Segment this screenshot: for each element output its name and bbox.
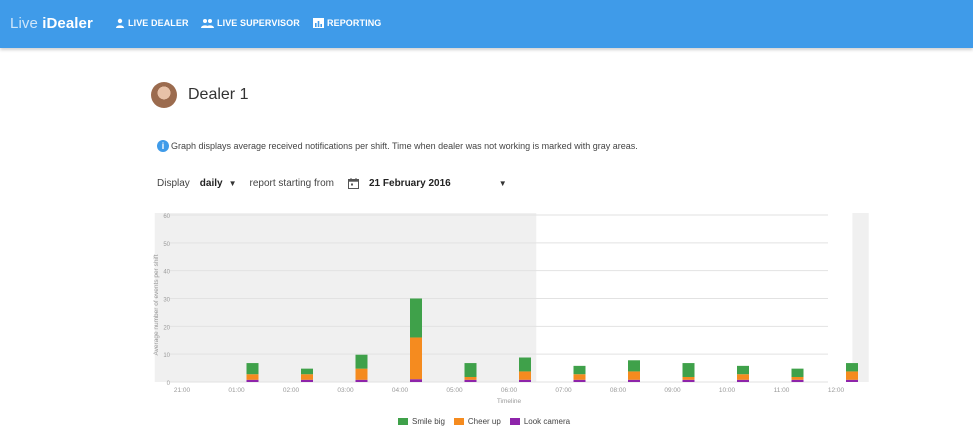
chart-bar-segment bbox=[791, 376, 804, 380]
chart-bar-segment bbox=[301, 368, 313, 375]
dealer-header: Dealer 1 bbox=[151, 82, 248, 108]
chart-yaxis-title: Average number of events per shift bbox=[153, 254, 160, 355]
chart-bar-segment bbox=[355, 368, 368, 380]
chart-xtick-label: 01:00 bbox=[228, 387, 245, 394]
chart-bar-segment bbox=[301, 379, 313, 382]
legend-label: Cheer up bbox=[467, 417, 501, 426]
nav-label: REPORTING bbox=[327, 18, 382, 28]
legend-swatch bbox=[453, 418, 464, 425]
chart-xtick-label: 06:00 bbox=[501, 387, 518, 394]
chart-bar-segment bbox=[301, 374, 313, 380]
legend-swatch bbox=[509, 418, 520, 425]
chart-ytick-label: 30 bbox=[163, 298, 170, 304]
calendar-icon bbox=[348, 178, 359, 189]
display-label: Display bbox=[157, 178, 190, 189]
report-controls: Display daily ▼ report starting from 21 … bbox=[157, 178, 507, 189]
info-message: i Graph displays average received notifi… bbox=[157, 140, 638, 152]
brand-logo[interactable]: Live iDealer bbox=[10, 15, 93, 32]
chart-bar-segment bbox=[682, 379, 695, 382]
events-chart: 010203040506021:00 01:00 02:00 03:00 04:00 05… bbox=[153, 213, 869, 405]
caret-down-icon: ▼ bbox=[498, 179, 507, 188]
chart-bar-segment bbox=[573, 365, 586, 375]
legend-item-smile-big[interactable]: Smile big bbox=[398, 417, 445, 426]
chart-xtick-label: 10:00 bbox=[719, 387, 736, 394]
chart-xtick-label: 03:00 bbox=[337, 387, 354, 394]
chart-bar-segment bbox=[628, 379, 640, 382]
chart-bar-segment bbox=[573, 379, 586, 382]
chart-bar-segment bbox=[519, 371, 531, 380]
person-icon bbox=[116, 18, 124, 28]
chart-bar-segment bbox=[410, 337, 422, 380]
chart-bar-segment bbox=[519, 357, 531, 372]
chart-bar-segment bbox=[628, 371, 640, 380]
chart-bar-segment bbox=[737, 365, 749, 375]
chart-bar-segment bbox=[846, 371, 858, 380]
chart-xtick-label: 09:00 bbox=[664, 387, 681, 394]
brand-name: iDealer bbox=[42, 15, 93, 32]
chart-ytick-label: 50 bbox=[163, 242, 170, 248]
chart-ytick-label: 40 bbox=[163, 270, 170, 276]
chart-xaxis-title: Timeline bbox=[497, 398, 522, 405]
chart-bar-segment bbox=[410, 379, 422, 382]
info-text: Graph displays average received notifica… bbox=[171, 141, 638, 151]
top-navigation-bar: Live iDealer LIVE DEALER LIVE SUPERVISOR… bbox=[0, 0, 973, 48]
caret-down-icon: ▼ bbox=[228, 179, 237, 188]
chart-bar-segment bbox=[410, 298, 422, 338]
chart-gray-area bbox=[154, 213, 537, 382]
chart-xtick-label: 08:00 bbox=[610, 387, 627, 394]
chart-ytick-label: 10 bbox=[163, 353, 170, 359]
brand-prefix: Live bbox=[10, 15, 43, 32]
chart-legend: Smile big Cheer up Look camera bbox=[398, 417, 579, 426]
chart-xtick-label: 11:00 bbox=[774, 387, 790, 394]
chart-bar-segment bbox=[846, 363, 858, 372]
chart-bar-segment bbox=[355, 379, 368, 382]
chart-xtick-label: 12:00 bbox=[828, 387, 845, 394]
nav-live-supervisor[interactable]: LIVE SUPERVISOR bbox=[201, 18, 300, 28]
avatar bbox=[151, 82, 177, 108]
chart-bar-segment bbox=[791, 368, 804, 377]
nav-reporting[interactable]: REPORTING bbox=[313, 18, 381, 28]
chart-bar-segment bbox=[791, 379, 804, 382]
page-title: Dealer 1 bbox=[188, 86, 249, 103]
chart-xtick-label: 21:00 bbox=[174, 387, 191, 394]
legend-label: Smile big bbox=[412, 417, 445, 426]
chart-bar-segment bbox=[682, 363, 695, 377]
nav-label: LIVE SUPERVISOR bbox=[217, 18, 300, 28]
chart-gray-area bbox=[852, 213, 869, 382]
chart-xtick-label: 07:00 bbox=[555, 387, 572, 394]
display-select[interactable]: daily ▼ bbox=[200, 178, 237, 189]
legend-item-cheer-up[interactable]: Cheer up bbox=[453, 417, 501, 426]
chart-bar-segment bbox=[573, 374, 586, 380]
chart-xtick-label: 02:00 bbox=[283, 387, 300, 394]
chart-bar-segment bbox=[464, 379, 477, 382]
chart-bar-segment bbox=[737, 379, 749, 382]
chart-bar-segment bbox=[682, 376, 695, 380]
legend-swatch bbox=[398, 418, 408, 425]
chart-ytick-label: 20 bbox=[163, 325, 170, 331]
display-select-value: daily bbox=[199, 178, 223, 189]
chart-ytick-label: 60 bbox=[163, 214, 170, 220]
chart-bar-segment bbox=[246, 363, 259, 375]
chart-bar-segment bbox=[628, 360, 640, 372]
chart-bar-segment bbox=[246, 374, 259, 380]
info-icon: i bbox=[157, 140, 169, 152]
date-value: 21 February 2016 bbox=[369, 178, 451, 189]
nav-label: LIVE DEALER bbox=[128, 18, 189, 28]
nav-live-dealer[interactable]: LIVE DEALER bbox=[115, 18, 189, 28]
report-chart-icon bbox=[313, 18, 324, 28]
chart-bar-segment bbox=[246, 379, 259, 382]
date-picker[interactable]: 21 February 2016 ▼ bbox=[334, 178, 507, 189]
report-label: report starting from bbox=[249, 178, 334, 189]
chart-xtick-label: 05:00 bbox=[446, 387, 463, 394]
people-icon bbox=[201, 19, 214, 28]
chart-bar-segment bbox=[519, 379, 531, 382]
chart-bar-segment bbox=[846, 379, 858, 382]
legend-item-look-camera[interactable]: Look camera bbox=[509, 417, 571, 426]
chart-bar-segment bbox=[464, 376, 477, 380]
chart-xtick-label: 04:00 bbox=[392, 387, 409, 394]
chart-bar-segment bbox=[737, 374, 749, 380]
chart-bar-segment bbox=[355, 354, 368, 369]
legend-label: Look camera bbox=[523, 417, 571, 426]
chart-bar-segment bbox=[464, 363, 477, 377]
